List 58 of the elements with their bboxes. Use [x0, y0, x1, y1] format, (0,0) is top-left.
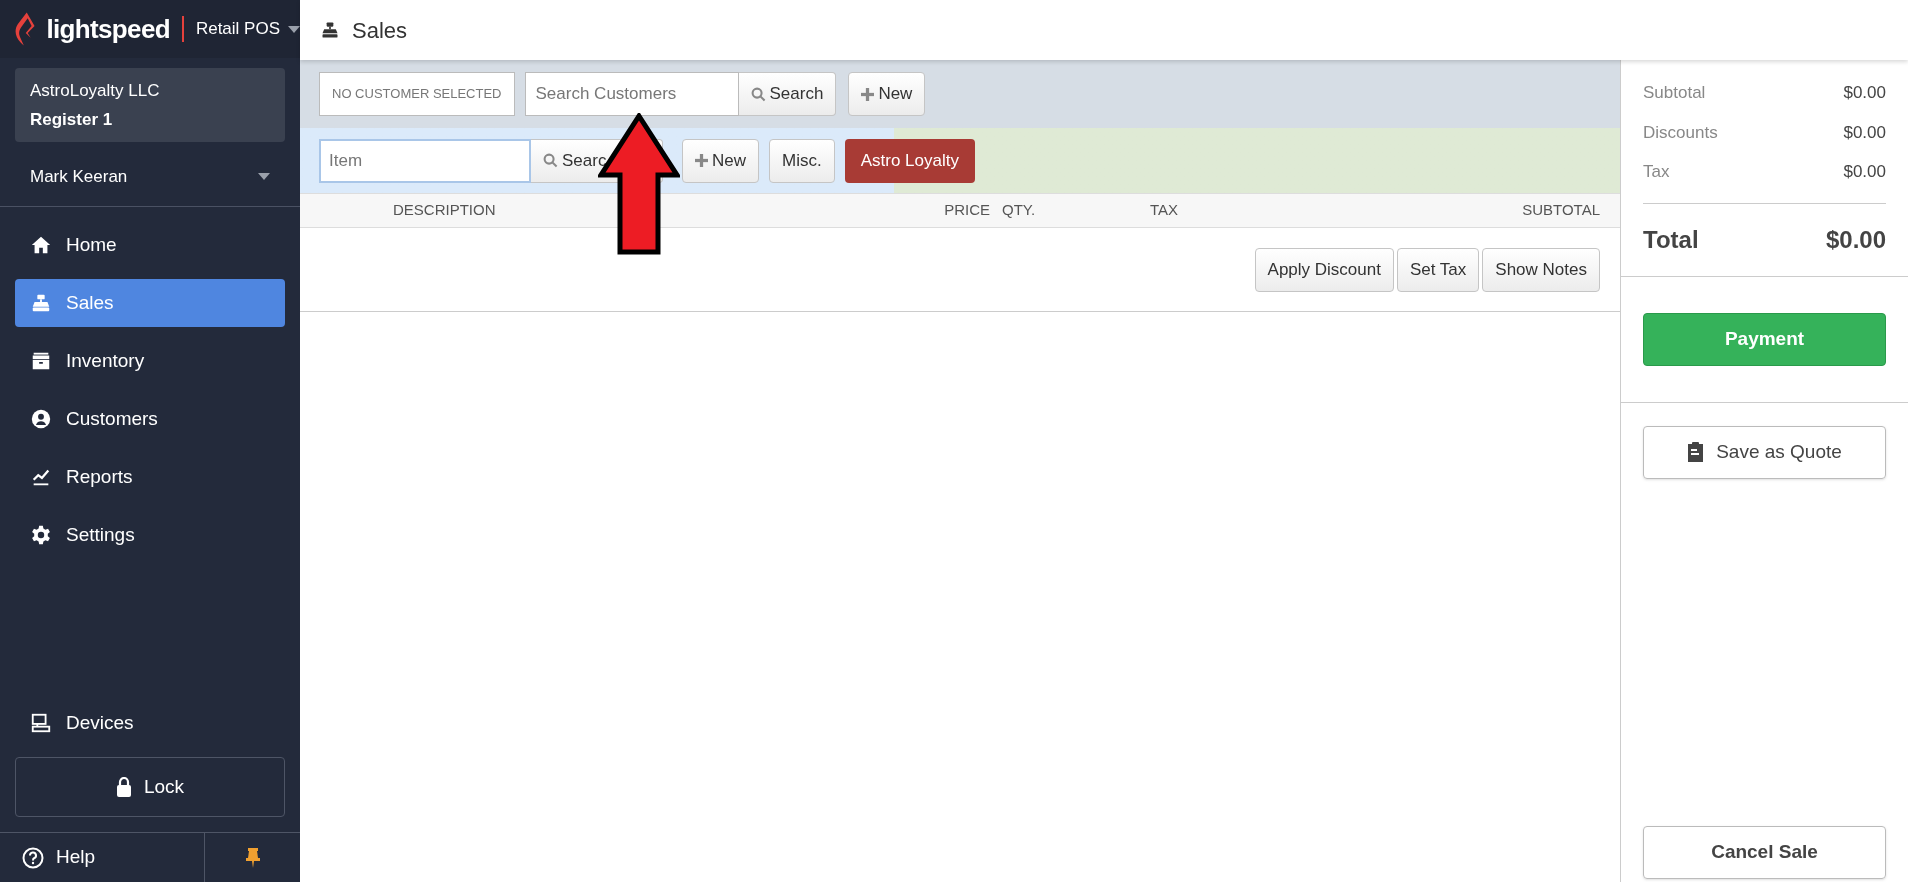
nav-item[interactable]: Inventory	[15, 337, 285, 385]
nav-item[interactable]: Sales	[15, 279, 285, 327]
user-circle-icon	[30, 408, 52, 430]
plus-icon	[695, 154, 708, 167]
nav-item[interactable]: Settings	[15, 511, 285, 559]
settings-icon	[30, 524, 52, 546]
cash-register-icon	[320, 20, 340, 40]
help-button[interactable]: Help	[0, 833, 204, 882]
new-customer-button[interactable]: New	[848, 72, 926, 116]
column-header: PRICE	[943, 200, 990, 221]
action-button[interactable]: Set Tax	[1396, 247, 1480, 292]
page-title: Sales	[352, 16, 408, 45]
summary-label: Discounts	[1643, 121, 1718, 144]
action-button[interactable]: Show Notes	[1482, 247, 1600, 292]
clipboard-icon	[1687, 442, 1705, 462]
column-header: SUBTOTAL	[1521, 200, 1600, 221]
cancel-sale-button[interactable]: Cancel Sale	[1643, 826, 1886, 879]
caret-icon	[258, 173, 270, 180]
plus-icon	[861, 87, 875, 101]
archive-box-icon	[30, 350, 52, 372]
caret-icon	[288, 25, 300, 33]
column-header: QTY.	[1001, 200, 1037, 221]
product-switcher[interactable]: Retail POS	[195, 16, 300, 42]
action-button[interactable]: Apply Discount	[1254, 247, 1394, 292]
register-card[interactable]: AstroLoyalty LLC Register 1	[15, 68, 285, 142]
company-name: AstroLoyalty LLC	[30, 80, 161, 102]
loyalty-button[interactable]: Astro Loyalty	[844, 138, 975, 183]
computer-icon	[30, 712, 52, 734]
summary-label: Tax	[1643, 161, 1670, 183]
item-field[interactable]: Item	[319, 138, 531, 183]
search-icon	[543, 153, 558, 168]
brand-logo: lightspeed	[46, 16, 170, 42]
save-quote-button[interactable]: Save as Quote	[1643, 425, 1886, 479]
total-label: Total	[1643, 224, 1699, 255]
pin-icon	[244, 847, 261, 868]
search-icon	[750, 86, 766, 102]
total-value: $0.00	[1825, 224, 1886, 255]
summary-label: Subtotal	[1643, 82, 1706, 104]
register-name: Register 1	[30, 108, 114, 131]
misc-button[interactable]: Misc.	[769, 138, 835, 183]
summary-value: $0.00	[1843, 121, 1886, 144]
nav-item[interactable]: Home	[15, 221, 285, 269]
lock-button[interactable]: Lock	[15, 757, 285, 817]
summary-value: $0.00	[1843, 82, 1886, 104]
help-icon	[22, 846, 44, 869]
column-header: DESCRIPTION	[392, 200, 497, 221]
customer-status: NO CUSTOMER SELECTED	[319, 72, 515, 116]
customer-search-field[interactable]: Search Customers	[524, 72, 739, 116]
nav-item[interactable]: Customers	[15, 395, 285, 443]
cash-register-icon	[30, 292, 52, 314]
nav-item[interactable]: Reports	[15, 453, 285, 501]
lock-icon	[115, 777, 132, 797]
new-item-button[interactable]: New	[682, 138, 759, 183]
customer-search-button[interactable]: Search	[738, 72, 837, 116]
column-header: TAX	[1150, 200, 1180, 221]
home-icon	[30, 234, 52, 256]
summary-value: $0.00	[1843, 161, 1886, 183]
nav-item[interactable]: Devices	[15, 699, 285, 747]
